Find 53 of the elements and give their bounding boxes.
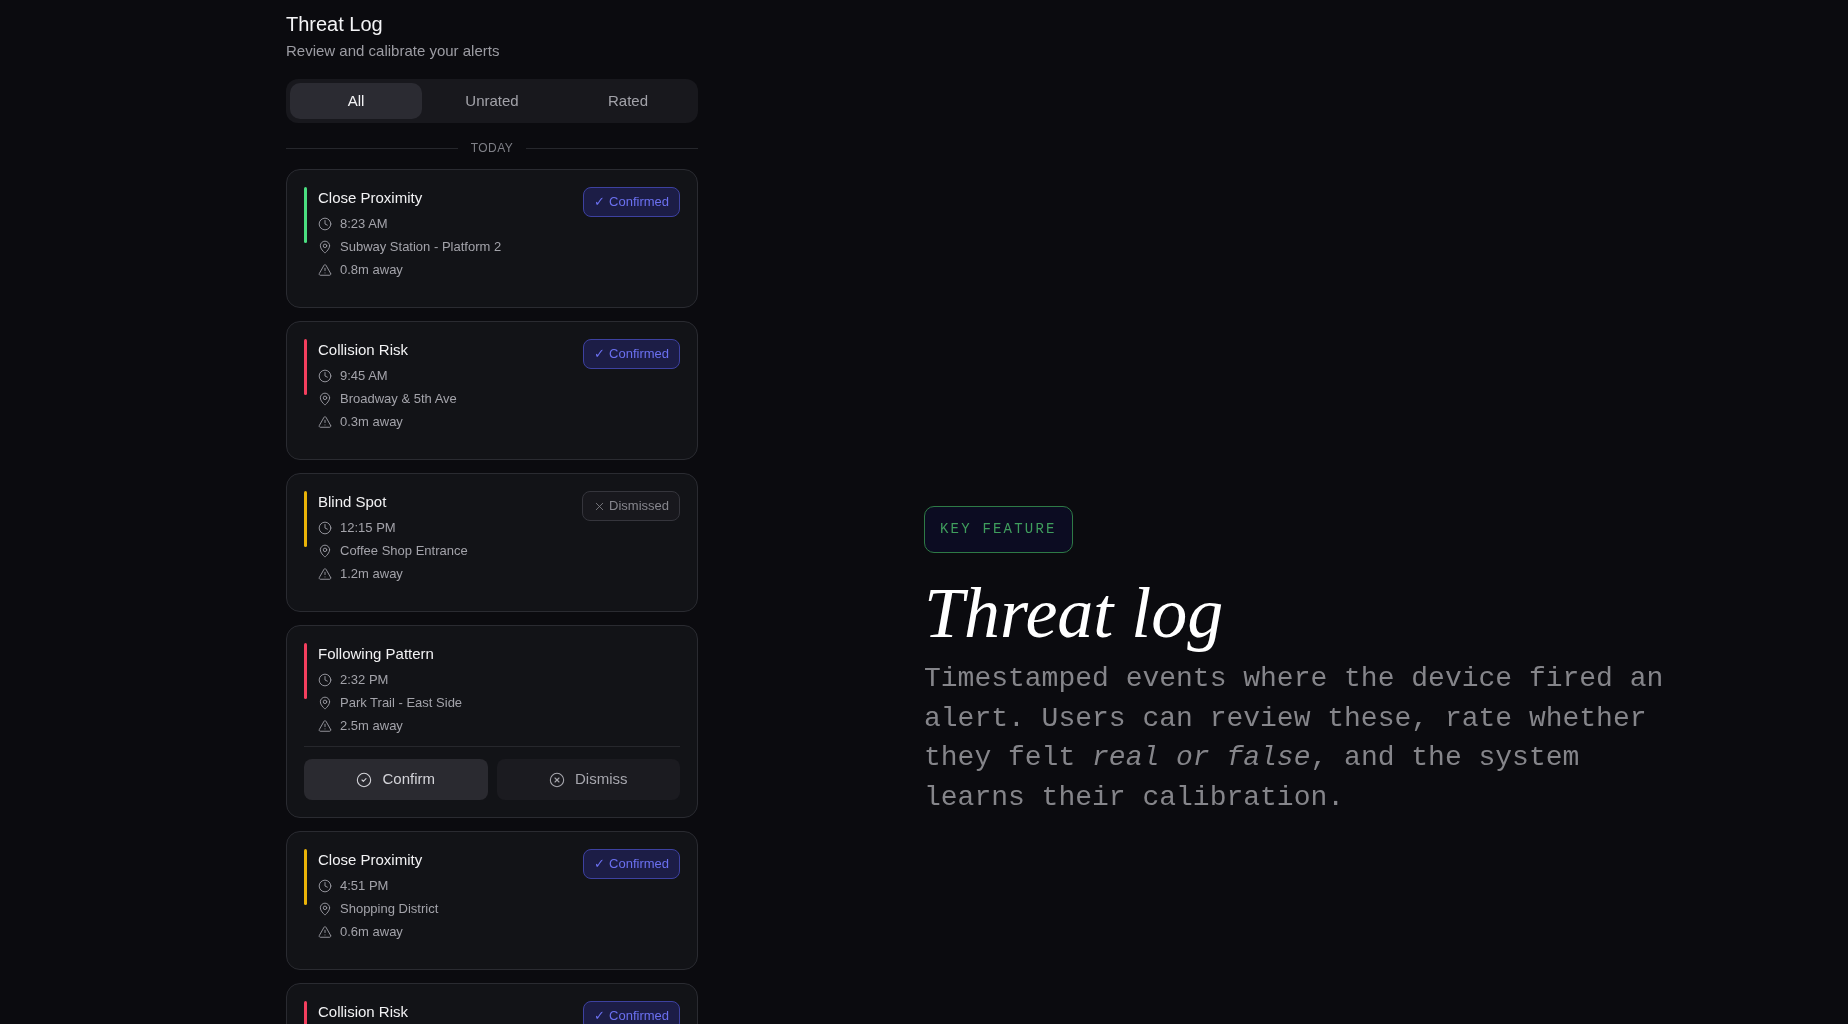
dismiss-button[interactable]: Dismiss [496,759,680,800]
alert-location: Park Trail - East Side [340,694,463,712]
status-badge: ✓ Confirmed [583,339,680,369]
alert-location: Coffee Shop Entrance [340,542,468,560]
alert-distance: 1.2m away [340,565,403,583]
feature-tag: KEY FEATURE [924,506,1073,553]
map-pin-icon [318,902,332,916]
alert-location: Subway Station - Platform 2 [340,238,502,256]
alert-title: Collision Risk [318,340,410,360]
clock-icon [318,673,332,687]
page-subtitle: Review and calibrate your alerts [286,41,501,61]
status-badge: Dismissed [582,491,680,521]
alert-distance: 2.5m away [340,717,403,735]
confirm-button[interactable]: Confirm [304,759,488,800]
check-circle-icon [356,771,373,788]
alert-location: Shopping District [340,900,439,918]
warning-icon [318,925,332,939]
warning-icon [318,719,332,733]
warning-icon [318,415,332,429]
alert-title: Following Pattern [318,644,435,664]
filter-tab[interactable]: Rated [562,83,694,119]
map-pin-icon [318,392,332,406]
filter-tab[interactable]: Unrated [426,83,558,119]
clock-icon [318,879,332,893]
alert-time: 4:51 PM [340,877,389,895]
alert-distance: 0.3m away [340,413,403,431]
clock-icon [318,217,332,231]
alert-time: 8:23 AM [340,215,388,233]
alert-time: 9:45 AM [340,367,388,385]
feature-description: Timestamped events where the device fired an alert. Users can review these, rate whether they felt real or false, and the system learns their calibration. [924,662,1665,815]
warning-icon [318,263,332,277]
status-badge: ✓ Confirmed [583,1001,680,1024]
map-pin-icon [318,696,332,710]
alert-distance: 0.6m away [340,923,403,941]
clock-icon [318,369,332,383]
alert-title: Close Proximity [318,188,424,208]
alert-title: Blind Spot [318,492,388,512]
filter-tab[interactable]: All [290,83,422,119]
page-title: Threat Log [286,12,384,37]
alert-title: Collision Risk [318,1002,410,1022]
map-pin-icon [318,544,332,558]
status-badge: ✓ Confirmed [583,187,680,217]
section-label: TODAY [470,140,514,156]
alert-location: Broadway & 5th Ave [340,390,457,408]
status-badge: ✓ Confirmed [583,849,680,879]
alert-time: 2:32 PM [340,671,389,689]
warning-icon [318,567,332,581]
alert-time: 12:15 PM [340,519,396,537]
clock-icon [318,521,332,535]
map-pin-icon [318,240,332,254]
x-circle-icon [549,771,565,788]
alert-title: Close Proximity [318,850,424,870]
alert-distance: 0.8m away [340,261,403,279]
